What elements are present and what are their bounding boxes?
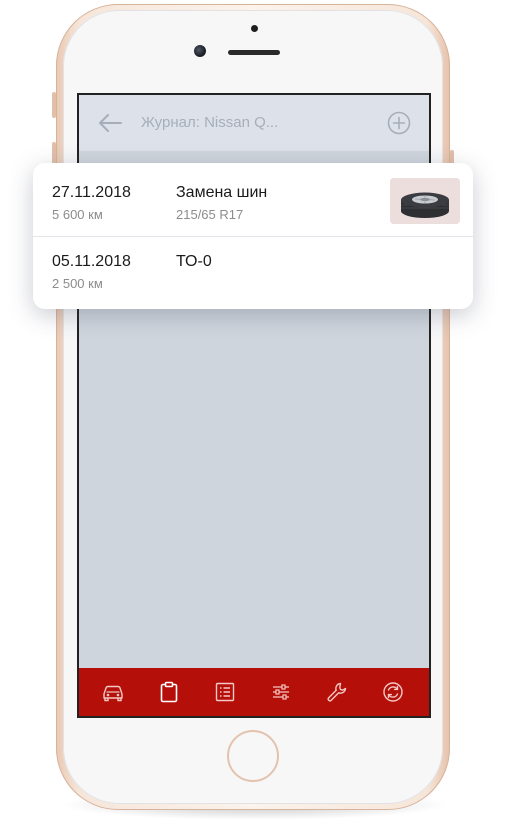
entry-date: 27.11.2018 xyxy=(52,184,131,201)
entry-title: ТО-0 xyxy=(176,253,212,270)
clipboard-icon xyxy=(160,681,178,703)
app-header: Журнал: Nissan Q... xyxy=(79,95,429,151)
home-button[interactable] xyxy=(227,730,279,782)
tab-list[interactable] xyxy=(211,678,239,706)
refresh-icon xyxy=(383,682,403,702)
front-camera-icon xyxy=(194,45,206,57)
list-item[interactable]: 27.11.2018 5 600 км Замена шин 215/65 R1… xyxy=(33,163,473,235)
page-title: Журнал: Nissan Q... xyxy=(141,114,279,131)
add-icon[interactable] xyxy=(387,111,411,135)
tire-photo-thumbnail[interactable] xyxy=(390,178,460,224)
proximity-sensor xyxy=(251,25,258,32)
entry-mileage: 2 500 км xyxy=(52,276,103,291)
phone-mockup: Журнал: Nissan Q... 27.11.2018 5 600 км … xyxy=(0,0,506,830)
tab-journal[interactable] xyxy=(155,678,183,706)
sliders-icon xyxy=(273,684,289,700)
tab-service[interactable] xyxy=(323,678,351,706)
back-arrow-icon[interactable] xyxy=(97,112,123,134)
tab-sync[interactable] xyxy=(379,678,407,706)
entry-date: 05.11.2018 xyxy=(52,253,131,270)
entry-mileage: 5 600 км xyxy=(52,207,103,222)
bottom-tab-bar xyxy=(79,668,429,716)
list-item[interactable]: 05.11.2018 2 500 км ТО-0 xyxy=(33,237,473,309)
wrench-icon xyxy=(327,682,347,702)
car-icon xyxy=(103,685,123,702)
tab-car[interactable] xyxy=(99,678,127,706)
entry-subtitle: 215/65 R17 xyxy=(176,207,244,222)
entry-title: Замена шин xyxy=(176,184,268,201)
tire-icon xyxy=(390,178,460,224)
earpiece-speaker xyxy=(228,50,280,55)
journal-list: 27.11.2018 5 600 км Замена шин 215/65 R1… xyxy=(33,163,473,309)
list-icon xyxy=(215,682,235,702)
tab-settings[interactable] xyxy=(267,678,295,706)
